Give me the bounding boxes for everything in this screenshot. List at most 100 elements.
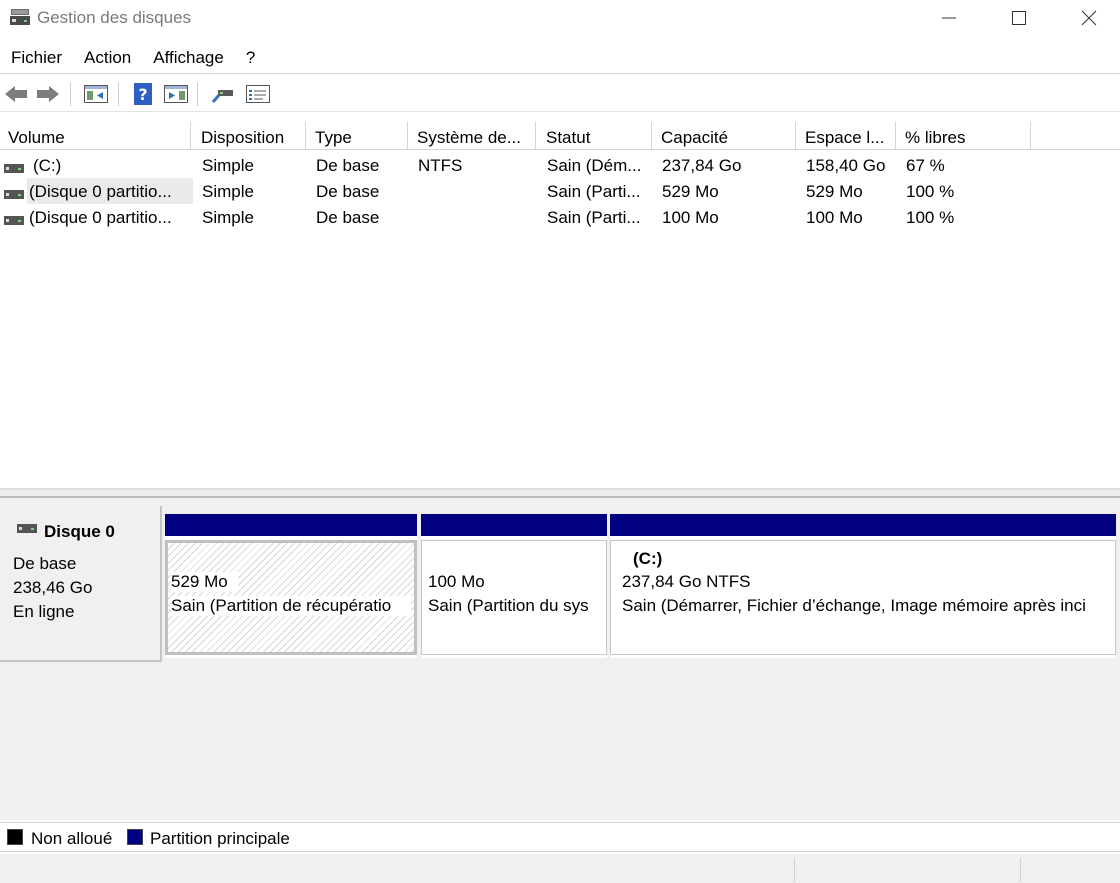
volume-icon	[4, 160, 24, 173]
cell-volume: (Disque 0 partitio...	[27, 178, 193, 204]
column-header-disposition[interactable]: Disposition	[193, 122, 306, 150]
cell-percent-free: 100 %	[906, 182, 955, 201]
cell-capacity: 529 Mo	[662, 182, 719, 201]
cell-disposition: Simple	[202, 208, 254, 227]
partition-title: (C:)	[633, 549, 663, 568]
help-icon: ?	[134, 83, 152, 105]
cell-capacity: 237,84 Go	[662, 156, 742, 175]
cell-type: De base	[316, 208, 380, 227]
menu-help[interactable]: ?	[235, 44, 266, 74]
table-row[interactable]: (C:) Simple De base NTFS Sain (Dém... 23…	[0, 152, 1120, 178]
console-tree-icon	[84, 85, 108, 103]
disk-management-window: Gestion des disques Fichier Action Affic…	[0, 0, 1120, 883]
partition-recovery[interactable]: 529 Mo Sain (Partition de récupératio	[165, 514, 417, 658]
connect-icon	[211, 90, 233, 103]
disk-size: 238,46 Go	[13, 578, 93, 597]
partition-body: (C:) 237,84 Go NTFS Sain (Démarrer, Fich…	[610, 540, 1116, 655]
toolbar: ?	[0, 76, 1120, 112]
toolbar-separator	[118, 82, 119, 106]
column-header-percent-free[interactable]: % libres	[897, 122, 1031, 150]
properties-icon	[246, 85, 270, 103]
window-title: Gestion des disques	[37, 8, 192, 27]
legend-label-unallocated: Non alloué	[31, 829, 113, 848]
maximize-button[interactable]	[984, 0, 1054, 36]
partition-size: 529 Mo	[171, 572, 238, 592]
column-header-type[interactable]: Type	[307, 122, 408, 150]
cell-percent-free: 67 %	[906, 156, 945, 175]
disk-info-panel[interactable]: Disque 0 De base 238,46 Go En ligne	[0, 506, 162, 662]
forward-button[interactable]	[34, 81, 62, 107]
close-icon	[1081, 10, 1097, 26]
cell-capacity: 100 Mo	[662, 208, 719, 227]
partition-body: 529 Mo Sain (Partition de récupératio	[165, 540, 417, 655]
legend-swatch-unallocated	[7, 829, 23, 845]
cell-volume: (C:)	[33, 156, 62, 175]
disk-icon	[17, 520, 37, 533]
partition-system[interactable]: 100 Mo Sain (Partition du sys	[421, 514, 607, 658]
cell-status: Sain (Parti...	[547, 182, 641, 201]
show-console-tree-button[interactable]	[82, 81, 110, 107]
cell-file-system: NTFS	[418, 156, 463, 175]
menu-affichage[interactable]: Affichage	[142, 44, 235, 74]
help-button[interactable]: ?	[129, 81, 157, 107]
partition-bar	[610, 514, 1116, 536]
maximize-icon	[1012, 11, 1026, 25]
table-row[interactable]: (Disque 0 partitio... Simple De base Sai…	[0, 178, 1120, 204]
connect-button[interactable]	[209, 81, 237, 107]
properties-button[interactable]	[244, 81, 272, 107]
back-arrow-icon	[5, 86, 27, 102]
action-pane-icon	[164, 85, 188, 103]
status-bar-divider	[1020, 858, 1021, 882]
cell-type: De base	[316, 156, 380, 175]
disk-type: De base	[13, 554, 77, 573]
partition-bar	[165, 514, 417, 536]
forward-arrow-icon	[37, 86, 59, 102]
volume-icon	[4, 186, 24, 199]
close-button[interactable]	[1054, 0, 1120, 36]
cell-free-space: 100 Mo	[806, 208, 863, 227]
menu-action[interactable]: Action	[73, 44, 142, 74]
cell-percent-free: 100 %	[906, 208, 955, 227]
cell-volume: (Disque 0 partitio...	[29, 208, 172, 227]
disk-graphical-view: Disque 0 De base 238,46 Go En ligne 529 …	[0, 498, 1120, 820]
partition-status: Sain (Partition du sys	[428, 596, 589, 615]
partition-size: 100 Mo	[428, 572, 485, 591]
title-bar[interactable]: Gestion des disques	[0, 0, 1120, 38]
pane-splitter[interactable]	[0, 488, 1120, 498]
partition-body: 100 Mo Sain (Partition du sys	[421, 540, 607, 655]
cell-status: Sain (Parti...	[547, 208, 641, 227]
toolbar-separator	[70, 82, 71, 106]
column-header-volume[interactable]: Volume	[0, 122, 191, 150]
back-button[interactable]	[2, 81, 30, 107]
svg-text:?: ?	[138, 85, 147, 104]
column-header-file-system[interactable]: Système de...	[409, 122, 536, 150]
header-divider	[0, 149, 1120, 150]
legend-label-primary: Partition principale	[150, 829, 290, 848]
partition-bar	[421, 514, 607, 536]
partition-status: Sain (Démarrer, Fichier d’échange, Image…	[622, 596, 1086, 615]
column-header-capacity[interactable]: Capacité	[653, 122, 796, 150]
menu-fichier[interactable]: Fichier	[0, 44, 73, 74]
cell-disposition: Simple	[202, 182, 254, 201]
show-action-pane-button[interactable]	[162, 81, 190, 107]
legend: Non alloué Partition principale	[0, 822, 1120, 852]
minimize-button[interactable]	[914, 0, 984, 36]
cell-type: De base	[316, 182, 380, 201]
volume-icon	[4, 212, 24, 225]
partition-status: Sain (Partition de récupératio	[171, 596, 411, 616]
disk-name: Disque 0	[44, 522, 115, 541]
status-bar-divider	[794, 858, 795, 882]
cell-free-space: 158,40 Go	[806, 156, 886, 175]
cell-status: Sain (Dém...	[547, 156, 642, 175]
legend-swatch-primary	[127, 829, 143, 845]
column-header-status[interactable]: Statut	[538, 122, 652, 150]
column-header-free-space[interactable]: Espace l...	[797, 122, 896, 150]
status-bar	[0, 854, 1120, 883]
menu-bar: Fichier Action Affichage ?	[0, 44, 1120, 74]
partition-c-drive[interactable]: (C:) 237,84 Go NTFS Sain (Démarrer, Fich…	[610, 514, 1116, 658]
cell-free-space: 529 Mo	[806, 182, 863, 201]
volume-list[interactable]: Volume Disposition Type Système de... St…	[0, 122, 1120, 488]
partition-row: 529 Mo Sain (Partition de récupératio 10…	[165, 514, 1116, 658]
table-row[interactable]: (Disque 0 partitio... Simple De base Sai…	[0, 204, 1120, 230]
partition-size: 237,84 Go NTFS	[622, 572, 751, 591]
